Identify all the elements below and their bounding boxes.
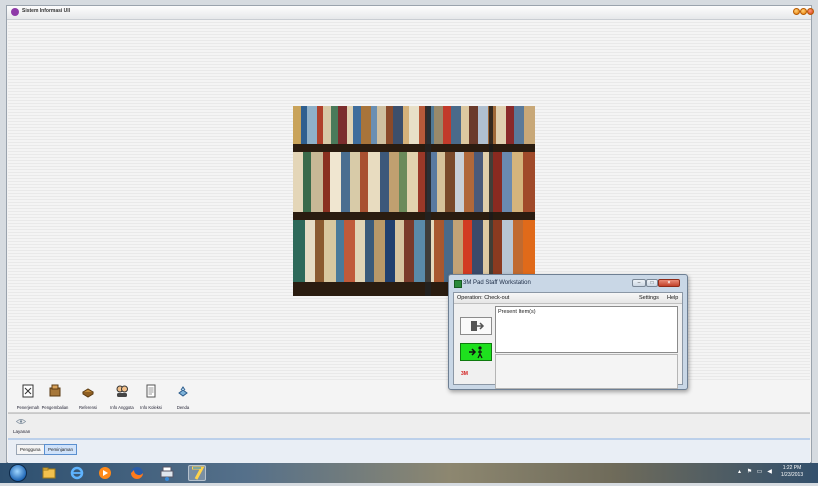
taskbar-clock[interactable]: 1:22 PM 1/23/2013 [774,465,810,479]
taskbar-media-player[interactable] [96,465,114,481]
layanan-section[interactable]: Layanan [8,413,810,438]
layanan-label: Layanan [13,429,31,434]
library-bookshelf-photo [293,106,535,296]
network-printer-icon [160,466,174,481]
document-text-icon [22,384,34,398]
dialog-titlebar: 3M Pad Staff Workstation – □ × [452,277,684,290]
internet-explorer-icon [70,466,84,480]
collection-page-icon [146,384,156,398]
taskbar-app-7[interactable] [188,465,206,481]
taskbar-network-printer[interactable] [158,465,176,481]
app-icon [11,8,19,16]
dialog-minimize-button[interactable]: – [632,279,646,287]
dialog-title: 3M Pad Staff Workstation [463,280,531,286]
members-icon [116,385,128,397]
operation-label: Operation: Check-out [457,295,510,301]
return-box-icon [49,384,61,397]
fine-icon [178,386,188,397]
main-window: Sistem Informasi UII Penerjemah Pengemba… [6,5,814,464]
window-titlebar: Sistem Informasi UII [7,6,814,20]
flag-icon[interactable]: ⚑ [746,469,753,476]
windows-explorer-icon [42,467,56,479]
window-title: Sistem Informasi UII [22,8,71,14]
dialog-menubar: Operation: Check-out Settings Help [454,293,682,304]
present-items-list[interactable]: Present Item(s) [495,306,678,353]
clock-date: 1/23/2013 [780,472,804,478]
3m-logo: 3M [461,371,468,377]
minimize-button[interactable] [793,8,800,15]
taskbar-explorer[interactable] [40,465,58,481]
menu-help[interactable]: Help [667,295,678,301]
dialog-maximize-button[interactable]: □ [646,279,658,287]
media-player-icon [99,467,111,479]
3m-app-icon [454,280,462,288]
checkout-arrow-icon [471,321,485,331]
app-7-icon [192,466,205,480]
function-icon-bar: Penerjemah Pengembalian Referensi Info A… [8,382,810,413]
dialog-close-button[interactable]: × [658,279,680,287]
checkin-mode-button[interactable] [460,343,492,361]
network-icon[interactable]: ▭ [756,469,763,476]
dialog-body: Operation: Check-out Settings Help 3M Pr… [453,292,683,389]
tab-pengguna[interactable]: Pengguna [16,444,45,455]
bottom-tab-bar: Pengguna Peminjaman [8,438,810,464]
volume-icon[interactable]: ◀ [766,469,773,476]
eye-icon [16,419,26,424]
tab-peminjaman[interactable]: Peminjaman [44,444,78,455]
clock-time: 1:22 PM [782,465,802,471]
reference-books-icon [82,388,94,398]
close-button[interactable] [807,8,814,15]
status-panel [495,354,678,389]
taskbar-firefox[interactable] [128,465,146,481]
checkout-mode-button[interactable] [460,317,492,335]
denda-button[interactable]: Denda [163,384,203,410]
start-button[interactable] [9,464,27,482]
present-items-text: Present Item(s) [498,309,536,315]
checkin-person-icon [469,346,483,359]
taskbar-internet-explorer[interactable] [68,465,86,481]
firefox-icon [131,467,143,479]
3m-pad-dialog: 3M Pad Staff Workstation – □ × Operation… [448,274,688,390]
show-hidden-icons-icon[interactable]: ▴ [736,469,743,476]
denda-label: Denda [176,405,190,410]
main-content-area [8,20,810,382]
menu-settings[interactable]: Settings [639,295,659,301]
maximize-button[interactable] [800,8,807,15]
windows-taskbar: ▴ ⚑ ▭ ◀ 1:22 PM 1/23/2013 [0,463,818,483]
